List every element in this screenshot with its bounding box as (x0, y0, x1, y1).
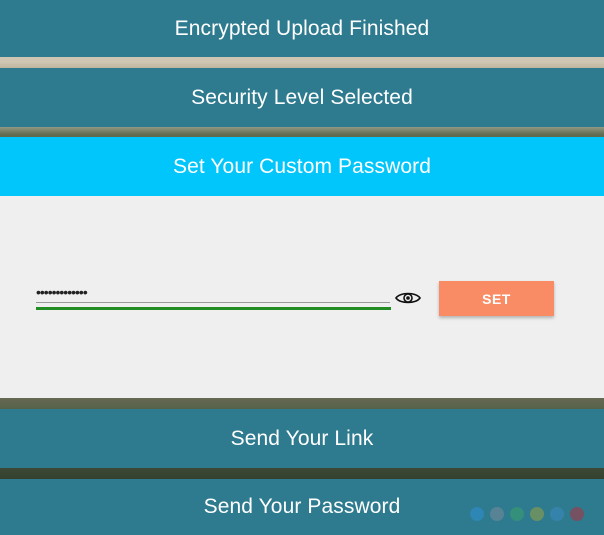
watermark-logo (470, 507, 584, 521)
set-password-button[interactable]: SET (439, 281, 554, 316)
password-input[interactable] (36, 282, 390, 303)
step-custom-password[interactable]: Set Your Custom Password (0, 137, 604, 196)
watermark-dot (510, 507, 524, 521)
step-label: Set Your Custom Password (172, 154, 432, 178)
step-security-level[interactable]: Security Level Selected (0, 68, 604, 127)
step-label: Send Your Password (203, 495, 401, 518)
watermark-dot (470, 507, 484, 521)
step-label: Encrypted Upload Finished (174, 16, 430, 40)
password-panel: SET (0, 196, 604, 398)
watermark-dot (530, 507, 544, 521)
watermark-dot (550, 507, 564, 521)
step-label: Security Level Selected (191, 85, 413, 109)
password-strength-bar (36, 307, 391, 310)
password-field-wrapper (36, 276, 392, 316)
watermark-dot (490, 507, 504, 521)
step-send-link[interactable]: Send Your Link (0, 409, 604, 468)
upload-wizard: Encrypted Upload Finished Security Level… (0, 0, 604, 535)
step-encrypted-upload: Encrypted Upload Finished (0, 0, 604, 57)
watermark-dot (570, 507, 584, 521)
step-label: Send Your Link (230, 426, 374, 450)
eye-icon[interactable] (395, 290, 421, 306)
